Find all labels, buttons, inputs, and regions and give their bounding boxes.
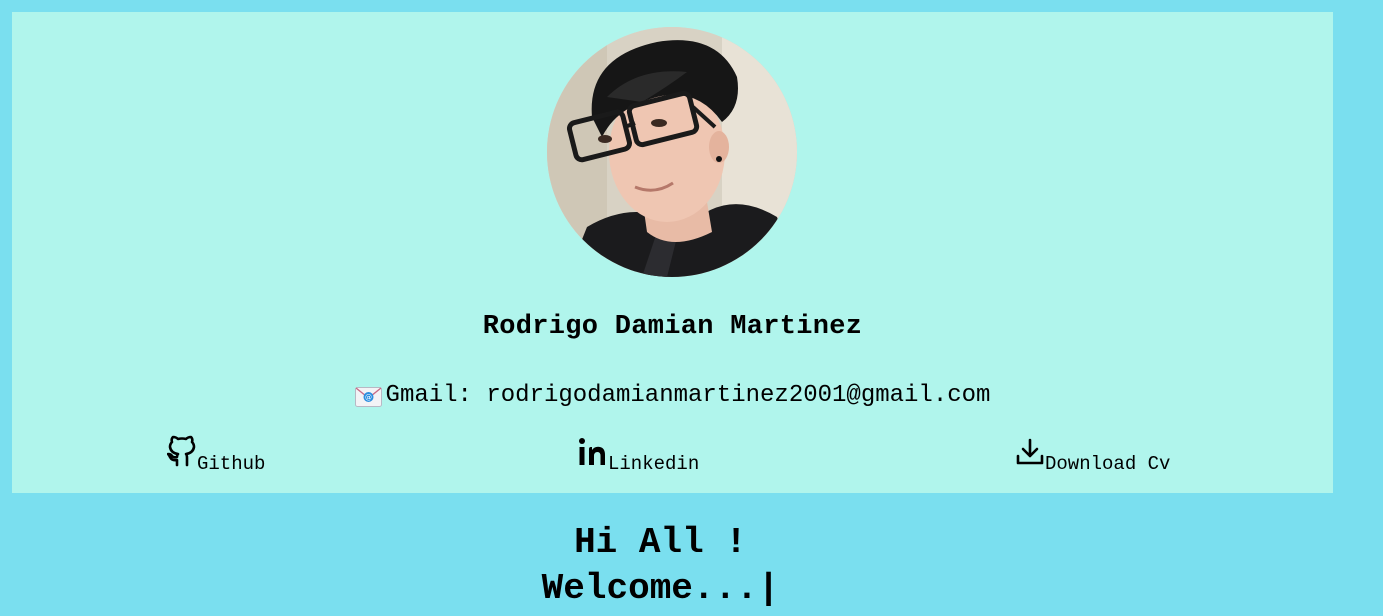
github-link[interactable]: Github bbox=[166, 435, 266, 475]
linkedin-icon bbox=[578, 437, 608, 473]
social-links: Github Linkedin Download Cv bbox=[12, 435, 1333, 477]
hero-line-greeting: Hi All ! bbox=[574, 522, 747, 563]
download-cv-link[interactable]: Download Cv bbox=[1015, 437, 1171, 475]
email-line: @ Gmail: rodrigodamianmartinez2001@gmail… bbox=[12, 382, 1333, 409]
profile-card: Rodrigo Damian Martinez @ Gmail: rodrigo… bbox=[12, 12, 1333, 493]
github-label: Github bbox=[197, 453, 266, 475]
envelope-icon: @ bbox=[354, 386, 382, 407]
email-text[interactable]: Gmail: rodrigodamianmartinez2001@gmail.c… bbox=[386, 382, 991, 409]
svg-text:@: @ bbox=[365, 393, 372, 401]
download-cv-label: Download Cv bbox=[1045, 453, 1171, 475]
avatar bbox=[547, 27, 797, 277]
github-icon bbox=[166, 435, 197, 473]
welcome-heading: Hi All ! Welcome...| bbox=[0, 520, 1321, 612]
hero-line-welcome: Welcome...| bbox=[541, 568, 780, 609]
profile-name: Rodrigo Damian Martinez bbox=[482, 312, 863, 342]
linkedin-link[interactable]: Linkedin bbox=[578, 437, 700, 475]
linkedin-label: Linkedin bbox=[608, 453, 700, 475]
profile-photo bbox=[547, 27, 797, 277]
download-icon bbox=[1015, 437, 1045, 473]
